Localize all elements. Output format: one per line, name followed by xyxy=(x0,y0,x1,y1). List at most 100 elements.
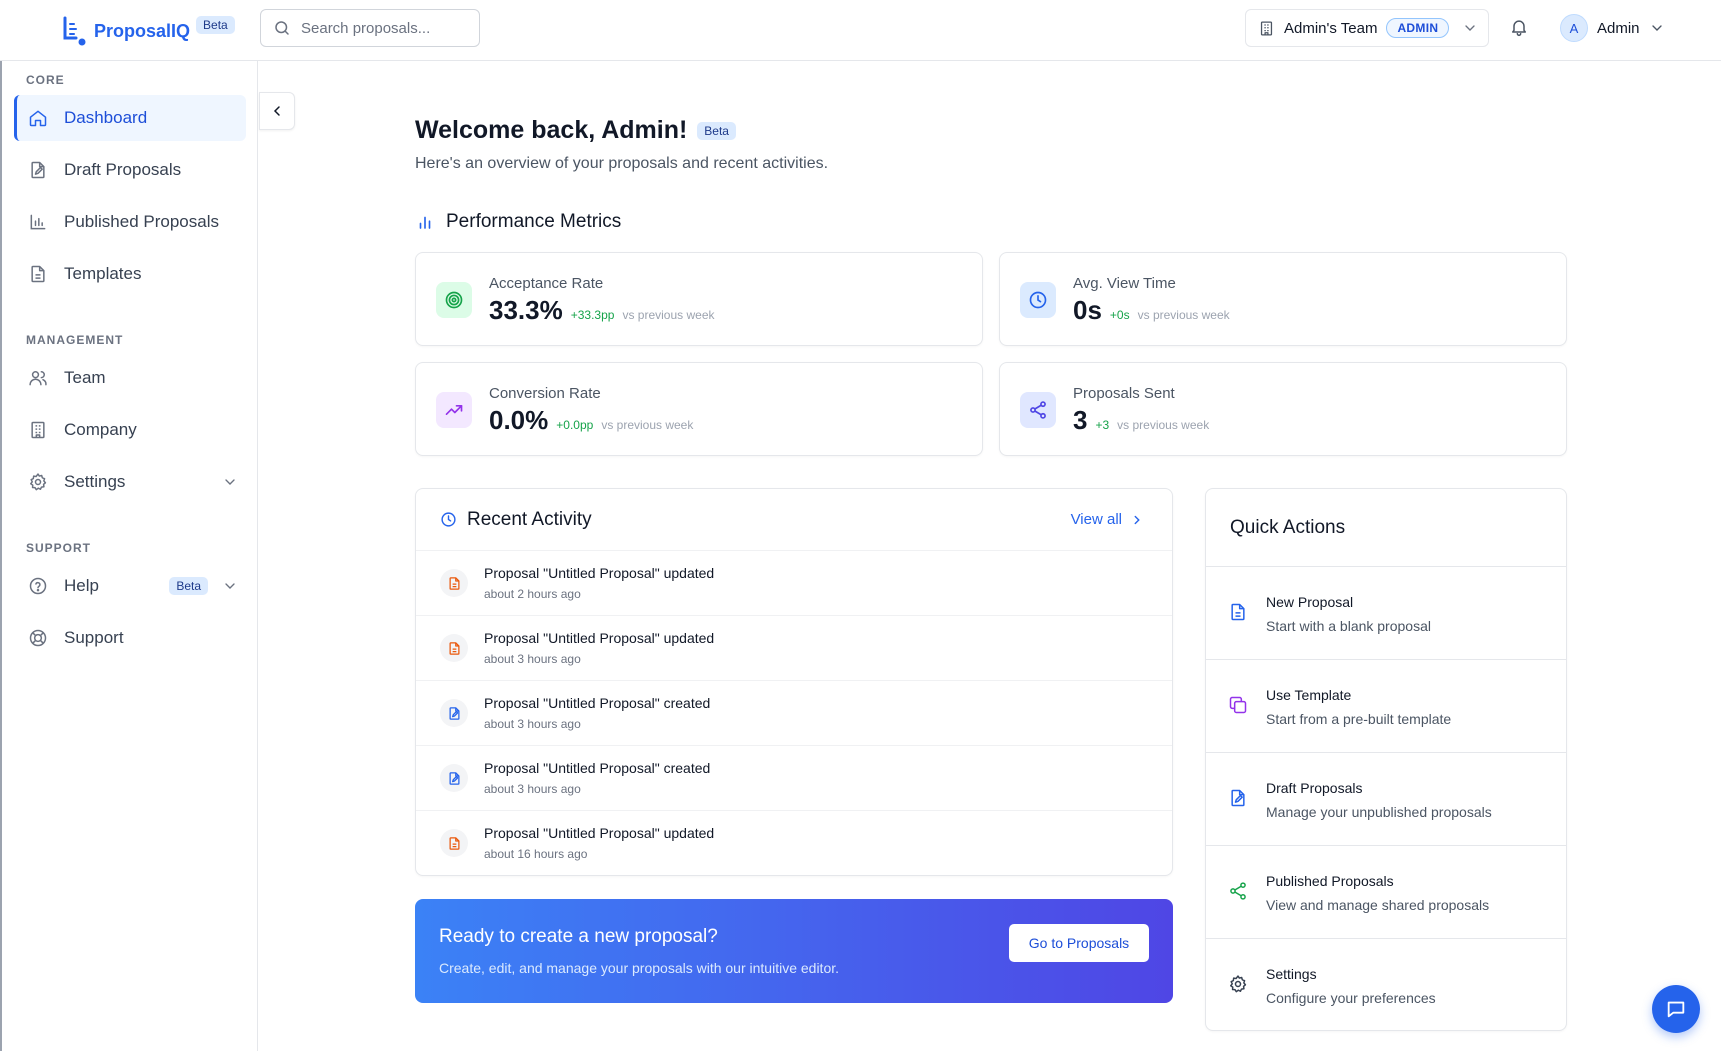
file-icon xyxy=(440,829,468,857)
app-beta-badge: Beta xyxy=(196,16,235,34)
quick-actions-panel: Quick Actions New Proposal Start with a … xyxy=(1205,488,1567,1031)
activity-title: Proposal "Untitled Proposal" created xyxy=(484,695,711,711)
sidebar-item-help[interactable]: Help Beta xyxy=(14,563,246,609)
sidebar-item-label: Templates xyxy=(64,264,142,283)
sidebar-item-draft-proposals[interactable]: Draft Proposals xyxy=(14,147,246,193)
section-title: Performance Metrics xyxy=(446,211,622,232)
sidebar-item-label: Draft Proposals xyxy=(64,160,182,179)
activity-item[interactable]: Proposal "Untitled Proposal" updated abo… xyxy=(416,551,1172,616)
sidebar-item-templates[interactable]: Templates xyxy=(14,251,246,297)
quick-action-subtitle: Manage your unpublished proposals xyxy=(1266,804,1492,820)
activity-item[interactable]: Proposal "Untitled Proposal" updated abo… xyxy=(416,811,1172,876)
quick-action-use-template[interactable]: Use Template Start from a pre-built temp… xyxy=(1206,660,1566,753)
notifications-button[interactable] xyxy=(1509,17,1529,37)
quick-action-subtitle: View and manage shared proposals xyxy=(1266,897,1490,913)
gear-icon xyxy=(30,473,47,491)
sidebar-item-settings[interactable]: Settings xyxy=(14,459,246,505)
quick-action-draft-proposals[interactable]: Draft Proposals Manage your unpublished … xyxy=(1206,753,1566,846)
sidebar-item-label: Support xyxy=(64,628,124,647)
sidebar: CORE Dashboard Draft Proposals Published… xyxy=(2,61,258,1051)
gear-icon xyxy=(1230,975,1247,993)
metric-comparison: vs previous week xyxy=(1117,418,1210,432)
activity-time: about 3 hours ago xyxy=(484,717,581,731)
go-to-proposals-button[interactable]: Go to Proposals xyxy=(1009,924,1149,962)
activity-item[interactable]: Proposal "Untitled Proposal" created abo… xyxy=(416,681,1172,746)
sidebar-item-label: Team xyxy=(64,368,106,387)
quick-action-title: Use Template xyxy=(1266,687,1352,703)
share-icon xyxy=(1230,882,1246,900)
sidebar-item-team[interactable]: Team xyxy=(14,355,246,401)
quick-action-subtitle: Configure your preferences xyxy=(1266,990,1436,1006)
activity-time: about 3 hours ago xyxy=(484,652,581,666)
logo-icon xyxy=(62,16,88,46)
activity-item[interactable]: Proposal "Untitled Proposal" created abo… xyxy=(416,746,1172,811)
users-icon xyxy=(29,371,47,386)
welcome-beta-badge: Beta xyxy=(697,121,736,140)
role-badge: ADMIN xyxy=(1386,18,1450,38)
quick-action-title: Draft Proposals xyxy=(1266,780,1363,796)
metric-delta: +33.3pp xyxy=(570,308,615,322)
metric-delta: +3 xyxy=(1095,418,1110,432)
page-title: Welcome back, Admin! xyxy=(415,116,688,144)
create-proposal-banner: Ready to create a new proposal? Create, … xyxy=(415,899,1173,1003)
metric-value: 3 xyxy=(1073,405,1088,435)
sidebar-item-published-proposals[interactable]: Published Proposals xyxy=(14,199,246,245)
quick-action-title: New Proposal xyxy=(1266,594,1354,610)
metric-value: 0s xyxy=(1073,295,1102,325)
chat-icon xyxy=(1667,1001,1685,1018)
metric-label: Avg. View Time xyxy=(1073,275,1176,292)
activity-time: about 2 hours ago xyxy=(484,587,581,601)
quick-action-published-proposals[interactable]: Published Proposals View and manage shar… xyxy=(1206,846,1566,939)
metric-card-avg-view-time: Avg. View Time 0s +0s vs previous week xyxy=(999,252,1567,346)
search-icon xyxy=(275,21,289,35)
life-buoy-icon xyxy=(29,629,47,647)
metric-card-proposals-sent: Proposals Sent 3 +3 vs previous week xyxy=(999,362,1567,456)
copy-icon xyxy=(1229,696,1247,714)
top-bar: ProposalIQ Beta Admin's Team ADMIN A Adm… xyxy=(0,0,1721,61)
collapse-sidebar-button[interactable] xyxy=(259,92,295,130)
metric-label: Conversion Rate xyxy=(489,385,601,402)
activity-time: about 3 hours ago xyxy=(484,782,581,796)
sidebar-item-label: Published Proposals xyxy=(64,212,219,231)
bell-icon xyxy=(1512,20,1526,37)
activity-title: Proposal "Untitled Proposal" updated xyxy=(484,630,715,646)
quick-action-title: Published Proposals xyxy=(1266,873,1394,889)
metric-comparison: vs previous week xyxy=(622,308,715,322)
section-title: Quick Actions xyxy=(1206,489,1566,567)
view-all-link[interactable]: View all xyxy=(1071,511,1144,528)
search-input[interactable] xyxy=(301,19,461,37)
user-menu[interactable]: A Admin xyxy=(1560,14,1665,42)
building-icon xyxy=(1260,20,1273,36)
activity-title: Proposal "Untitled Proposal" created xyxy=(484,760,711,776)
team-selector[interactable]: Admin's Team ADMIN xyxy=(1245,9,1489,47)
sidebar-item-label: Settings xyxy=(64,472,126,491)
sidebar-section-support: SUPPORT xyxy=(26,541,92,555)
metric-card-acceptance-rate: Acceptance Rate 33.3% +33.3pp vs previou… xyxy=(415,252,983,346)
clock-icon xyxy=(1020,282,1056,318)
sidebar-item-label: Dashboard xyxy=(64,108,148,127)
chat-support-button[interactable] xyxy=(1652,985,1700,1033)
sidebar-item-label: Company xyxy=(64,420,137,439)
target-icon xyxy=(436,282,472,318)
quick-action-settings[interactable]: Settings Configure your preferences xyxy=(1206,939,1566,1032)
sidebar-item-support[interactable]: Support xyxy=(14,615,246,661)
share-icon xyxy=(1020,392,1056,428)
file-edit-icon xyxy=(440,699,468,727)
metric-label: Proposals Sent xyxy=(1073,385,1175,402)
sidebar-item-label: Help xyxy=(64,576,99,595)
chevron-down-icon xyxy=(225,479,235,485)
chevron-down-icon xyxy=(225,583,235,589)
activity-title: Proposal "Untitled Proposal" updated xyxy=(484,825,715,841)
performance-metrics-heading: Performance Metrics xyxy=(416,211,621,233)
activity-item[interactable]: Proposal "Untitled Proposal" updated abo… xyxy=(416,616,1172,681)
activity-title: Proposal "Untitled Proposal" updated xyxy=(484,565,715,581)
sidebar-item-dashboard[interactable]: Dashboard xyxy=(14,95,246,141)
trending-up-icon xyxy=(436,392,472,428)
quick-action-new-proposal[interactable]: New Proposal Start with a blank proposal xyxy=(1206,567,1566,660)
section-title: Recent Activity xyxy=(467,508,592,530)
recent-activity-header: Recent Activity View all xyxy=(416,489,1172,551)
banner-title: Ready to create a new proposal? xyxy=(439,926,718,947)
avatar: A xyxy=(1560,14,1588,42)
sidebar-item-company[interactable]: Company xyxy=(14,407,246,453)
app-logo[interactable]: ProposalIQ Beta xyxy=(62,16,235,46)
